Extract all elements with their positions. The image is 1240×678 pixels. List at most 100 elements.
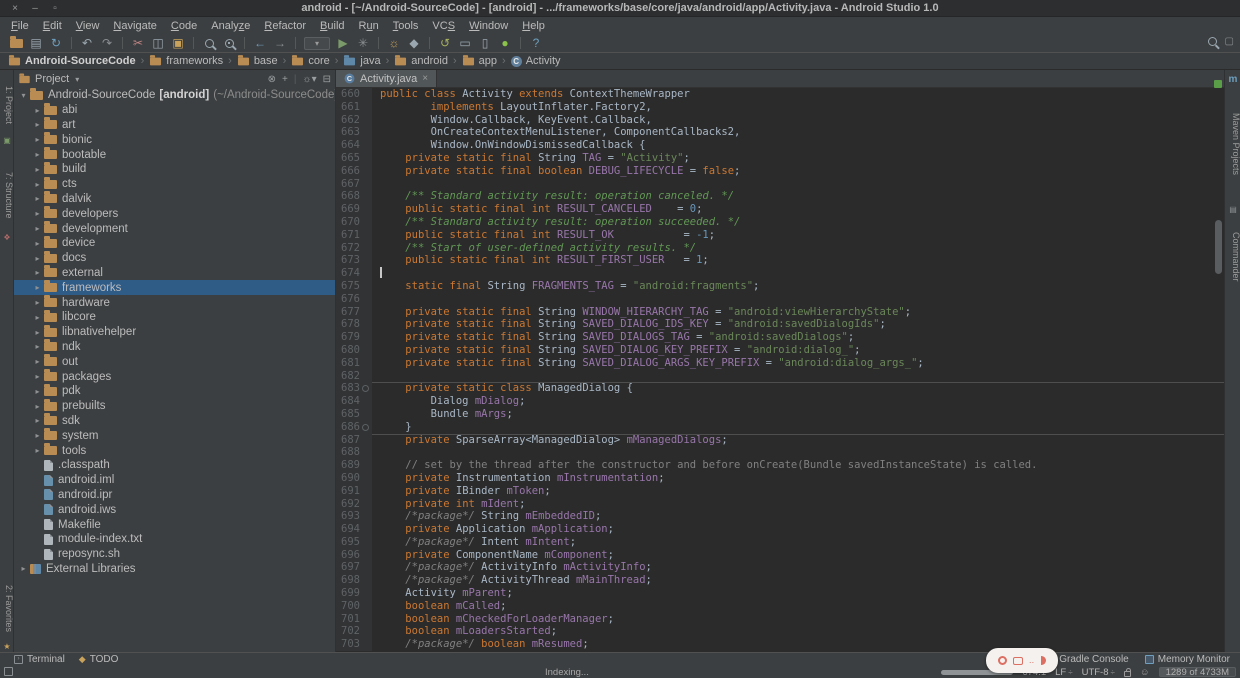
code-line[interactable]: 690 private Instrumentation mInstrumenta…: [336, 472, 1224, 485]
tree-row-bionic[interactable]: ▸bionic: [14, 132, 335, 147]
line-number[interactable]: 690: [336, 472, 360, 485]
tree-row-root[interactable]: ▾Android-SourceCode[android](~/Android-S…: [14, 88, 335, 103]
code-line[interactable]: 666 private static final boolean DEBUG_L…: [336, 165, 1224, 178]
tree-row-external[interactable]: ▸external: [14, 266, 335, 281]
code-line[interactable]: 668 /** Standard activity result: operat…: [336, 190, 1224, 203]
code-line[interactable]: 660public class Activity extends Context…: [336, 88, 1224, 101]
gradle-sync-icon[interactable]: ↺: [435, 35, 455, 51]
project-view-title[interactable]: Project: [35, 73, 69, 85]
tree-collapse-icon[interactable]: ▸: [31, 372, 44, 381]
tree-row-libcore[interactable]: ▸libcore: [14, 310, 335, 325]
replace-icon[interactable]: [219, 35, 239, 51]
code-line[interactable]: 669 public static final int RESULT_CANCE…: [336, 203, 1224, 216]
inspection-status-icon[interactable]: [1214, 80, 1222, 88]
code-line[interactable]: 680 private static final String SAVED_DI…: [336, 344, 1224, 357]
code-line[interactable]: 697 /*package*/ ActivityInfo mActivityIn…: [336, 561, 1224, 574]
todo-button[interactable]: ◆ TODO: [79, 654, 119, 665]
tree-collapse-icon[interactable]: ▸: [31, 239, 44, 248]
code-line[interactable]: 686 }: [336, 421, 1224, 434]
save-icon[interactable]: ▤: [26, 35, 46, 51]
line-number[interactable]: 683: [336, 382, 360, 395]
tree-collapse-icon[interactable]: ▸: [31, 328, 44, 337]
menu-item-tools[interactable]: Tools: [386, 20, 426, 32]
breadcrumb-base[interactable]: base: [235, 55, 280, 67]
locate-file-icon[interactable]: +: [282, 74, 288, 85]
menu-item-vcs[interactable]: VCS: [425, 20, 462, 32]
menu-item-file[interactable]: File: [4, 20, 36, 32]
sidebar-tab-structure[interactable]: 7: Structure: [0, 160, 14, 230]
sidebar-tab-favorites[interactable]: 2: Favorites: [0, 578, 14, 640]
copy-icon[interactable]: ◫: [148, 35, 168, 51]
menu-item-view[interactable]: View: [69, 20, 107, 32]
line-number[interactable]: 695: [336, 536, 360, 549]
line-number[interactable]: 665: [336, 152, 360, 165]
line-number[interactable]: 675: [336, 280, 360, 293]
line-number[interactable]: 666: [336, 165, 360, 178]
tree-row-out[interactable]: ▸out: [14, 354, 335, 369]
tree-collapse-icon[interactable]: ▸: [31, 402, 44, 411]
code-line[interactable]: 665 private static final String TAG = "A…: [336, 152, 1224, 165]
forward-icon[interactable]: →: [270, 35, 290, 51]
tree-row-reposync-sh[interactable]: reposync.sh: [14, 547, 335, 562]
tree-row-art[interactable]: ▸art: [14, 118, 335, 133]
code-line[interactable]: 676: [336, 293, 1224, 306]
tree-collapse-icon[interactable]: ▸: [31, 135, 44, 144]
code-line[interactable]: 677 private static final String WINDOW_H…: [336, 306, 1224, 319]
debug-icon[interactable]: ✳: [353, 35, 373, 51]
code-line[interactable]: 684 Dialog mDialog;: [336, 395, 1224, 408]
tree-row-frameworks[interactable]: ▸frameworks: [14, 280, 335, 295]
find-icon[interactable]: [199, 35, 219, 51]
line-number[interactable]: 671: [336, 229, 360, 242]
tree-collapse-icon[interactable]: ▸: [31, 120, 44, 129]
tree-collapse-icon[interactable]: ▸: [31, 298, 44, 307]
terminal-button[interactable]: › Terminal: [14, 654, 65, 665]
run-icon[interactable]: ▶: [333, 35, 353, 51]
run-configuration-select[interactable]: ▾: [304, 37, 330, 50]
breadcrumb-android-sourcecode[interactable]: Android-SourceCode: [6, 55, 138, 67]
tree-collapse-icon[interactable]: ▸: [31, 150, 44, 159]
tree-row-android-iws[interactable]: android.iws: [14, 502, 335, 517]
code-line[interactable]: 667: [336, 178, 1224, 191]
code-line[interactable]: 670 /** Standard activity result: operat…: [336, 216, 1224, 229]
line-number[interactable]: 702: [336, 625, 360, 638]
back-icon[interactable]: ←: [250, 35, 270, 51]
line-number[interactable]: 701: [336, 613, 360, 626]
line-number[interactable]: 696: [336, 549, 360, 562]
code-line[interactable]: 683 private static class ManagedDialog {: [336, 382, 1224, 395]
line-number[interactable]: 668: [336, 190, 360, 203]
line-number[interactable]: 676: [336, 293, 360, 306]
line-number[interactable]: 662: [336, 114, 360, 127]
redo-icon[interactable]: ↷: [97, 35, 117, 51]
code-line[interactable]: 689 // set by the thread after the const…: [336, 459, 1224, 472]
line-number[interactable]: 680: [336, 344, 360, 357]
line-number[interactable]: 677: [336, 306, 360, 319]
line-number[interactable]: 691: [336, 485, 360, 498]
sidebar-tab-project[interactable]: 1: Project: [0, 76, 14, 134]
menu-item-window[interactable]: Window: [462, 20, 515, 32]
tree-collapse-icon[interactable]: ▸: [31, 387, 44, 396]
avd-manager-icon[interactable]: ▭: [455, 35, 475, 51]
undo-icon[interactable]: ↶: [77, 35, 97, 51]
breadcrumb-activity[interactable]: CActivity: [509, 55, 563, 67]
tree-row-device[interactable]: ▸device: [14, 236, 335, 251]
tree-collapse-icon[interactable]: ▸: [31, 106, 44, 115]
code-line[interactable]: 662 Window.Callback, KeyEvent.Callback,: [336, 114, 1224, 127]
tree-row-sdk[interactable]: ▸sdk: [14, 414, 335, 429]
code-line[interactable]: 661 implements LayoutInflater.Factory2,: [336, 101, 1224, 114]
line-number[interactable]: 685: [336, 408, 360, 421]
code-line[interactable]: 678 private static final String SAVED_DI…: [336, 318, 1224, 331]
tree-collapse-icon[interactable]: ▸: [31, 357, 44, 366]
breadcrumb-android[interactable]: android: [392, 55, 450, 67]
code-line[interactable]: 694 private Application mApplication;: [336, 523, 1224, 536]
code-line[interactable]: 682: [336, 370, 1224, 383]
gear-icon[interactable]: ☼▾: [302, 74, 316, 85]
menu-item-analyze[interactable]: Analyze: [204, 20, 257, 32]
gradle-console-button[interactable]: Gradle Console: [1046, 654, 1128, 665]
camera-icon[interactable]: [1013, 657, 1023, 665]
code-line[interactable]: 685 Bundle mArgs;: [336, 408, 1224, 421]
code-line[interactable]: 674: [336, 267, 1224, 280]
line-number[interactable]: 661: [336, 101, 360, 114]
cut-icon[interactable]: ✂: [128, 35, 148, 51]
line-number[interactable]: 692: [336, 498, 360, 511]
search-everywhere-icon[interactable]: [1208, 37, 1217, 46]
